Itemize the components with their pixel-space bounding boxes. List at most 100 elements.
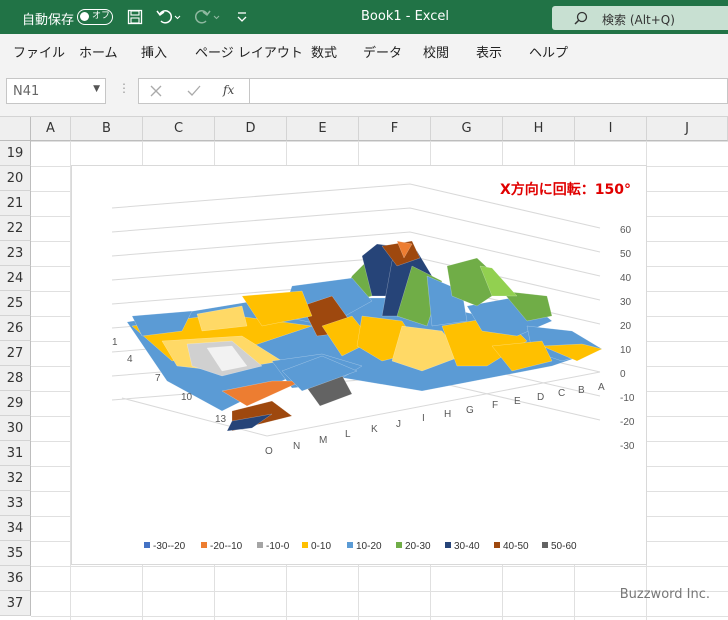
undo-icon[interactable] (156, 9, 182, 25)
redo-icon[interactable] (195, 9, 221, 25)
tab-page-layout[interactable]: ページ レイアウト (195, 42, 303, 61)
z-tick: 30 (620, 297, 632, 308)
tab-insert[interactable]: 挿入 (141, 42, 167, 61)
row-header[interactable]: 24 (0, 266, 31, 291)
col-header-e[interactable]: E (287, 117, 359, 141)
row-header[interactable]: 34 (0, 516, 31, 541)
formula-buttons: fx (138, 78, 250, 104)
legend-swatch (542, 542, 548, 548)
enter-icon[interactable] (187, 85, 201, 97)
tab-review[interactable]: 校閲 (423, 42, 449, 61)
row-header[interactable]: 30 (0, 416, 31, 441)
autosave-label: 自動保存 (22, 13, 75, 28)
col-header-g[interactable]: G (431, 117, 503, 141)
x-tick: B (578, 385, 585, 396)
y-tick: 7 (155, 373, 161, 384)
x-tick: K (371, 424, 378, 435)
z-axis: 60 50 40 30 20 10 0 -10 -20 -30 (620, 225, 635, 452)
window-title: Book1 - Excel (361, 9, 450, 24)
legend-label: -20--10 (210, 541, 243, 552)
tab-formulas[interactable]: 数式 (311, 42, 337, 61)
x-tick: M (319, 435, 327, 446)
z-tick: 60 (620, 225, 632, 236)
x-tick: E (514, 396, 521, 407)
autosave-toggle[interactable]: オフ (77, 9, 113, 25)
save-icon[interactable] (127, 9, 143, 25)
x-tick: N (293, 441, 300, 452)
row-header[interactable]: 23 (0, 241, 31, 266)
tab-data[interactable]: データ (363, 42, 402, 61)
chart-canvas: 60 50 40 30 20 10 0 -10 -20 -30 O N M L … (111, 183, 635, 552)
search-box[interactable]: 検索 (Alt+Q) (552, 6, 728, 30)
row-header[interactable]: 27 (0, 341, 31, 366)
rotation-annotation: X方向に回転：150° (500, 182, 632, 198)
col-header-i[interactable]: I (575, 117, 647, 141)
col-header-f[interactable]: F (359, 117, 431, 141)
row-header[interactable]: 19 (0, 141, 31, 166)
formula-input[interactable] (250, 78, 728, 104)
x-tick: A (598, 382, 605, 393)
row-header[interactable]: 20 (0, 166, 31, 191)
x-tick: O (265, 446, 273, 457)
toggle-knob (80, 12, 89, 21)
legend-swatch (302, 542, 308, 548)
legend-label: 0-10 (311, 541, 331, 552)
legend-label: -30--20 (153, 541, 186, 552)
insert-function-button[interactable]: fx (223, 83, 234, 97)
legend-swatch (201, 542, 207, 548)
row-header[interactable]: 32 (0, 466, 31, 491)
col-header-d[interactable]: D (215, 117, 287, 141)
row-header[interactable]: 28 (0, 366, 31, 391)
legend-label: 10-20 (356, 541, 382, 552)
more-icon: ⋮ (118, 81, 130, 95)
ribbon-tabs: ファイル ホーム 挿入 ページ レイアウト 数式 データ 校閲 表示 ヘルプ (0, 34, 728, 67)
customize-toolbar-icon[interactable] (236, 11, 248, 23)
z-tick: 20 (620, 321, 632, 332)
col-header-j[interactable]: J (647, 117, 728, 141)
row-header[interactable]: 29 (0, 391, 31, 416)
select-all-corner[interactable] (0, 117, 31, 141)
watermark: Buzzword Inc. (619, 587, 710, 602)
z-tick: 10 (620, 345, 632, 356)
y-tick: 10 (181, 392, 193, 403)
row-header[interactable]: 26 (0, 316, 31, 341)
legend-swatch (494, 542, 500, 548)
legend-swatch (144, 542, 150, 548)
row-header[interactable]: 37 (0, 591, 31, 616)
row-header[interactable]: 31 (0, 441, 31, 466)
z-tick: 0 (620, 369, 626, 380)
surface-chart[interactable]: 60 50 40 30 20 10 0 -10 -20 -30 O N M L … (71, 165, 647, 565)
z-tick: 40 (620, 273, 632, 284)
autosave-state: オフ (92, 11, 111, 21)
legend: -30--20 -20--10 -10-0 0-10 10-20 20-30 3… (144, 541, 577, 552)
tab-home[interactable]: ホーム (79, 42, 118, 61)
legend-label: 30-40 (454, 541, 480, 552)
legend-swatch (396, 542, 402, 548)
col-header-b[interactable]: B (71, 117, 143, 141)
legend-label: -10-0 (266, 541, 290, 552)
row-header[interactable]: 33 (0, 491, 31, 516)
col-header-c[interactable]: C (143, 117, 215, 141)
col-header-a[interactable]: A (31, 117, 71, 141)
tab-file[interactable]: ファイル (13, 42, 65, 61)
col-header-h[interactable]: H (503, 117, 575, 141)
x-tick: C (558, 388, 565, 399)
chevron-down-icon[interactable]: ▼ (93, 84, 100, 94)
z-tick: -20 (620, 417, 635, 428)
search-label: 検索 (Alt+Q) (602, 13, 675, 27)
name-box[interactable]: N41 ▼ (6, 78, 106, 104)
row-header[interactable]: 36 (0, 566, 31, 591)
row-header[interactable]: 22 (0, 216, 31, 241)
formula-bar: N41 ▼ ⋮ fx (0, 66, 728, 117)
tab-view[interactable]: 表示 (476, 42, 502, 61)
z-tick: 50 (620, 249, 632, 260)
row-header[interactable]: 25 (0, 291, 31, 316)
surface (126, 240, 603, 432)
cancel-icon[interactable] (150, 85, 162, 97)
tab-help[interactable]: ヘルプ (529, 42, 568, 61)
row-header[interactable]: 35 (0, 541, 31, 566)
row-header[interactable]: 21 (0, 191, 31, 216)
z-tick: -30 (620, 441, 635, 452)
x-tick: D (537, 392, 544, 403)
x-tick: L (345, 429, 351, 440)
